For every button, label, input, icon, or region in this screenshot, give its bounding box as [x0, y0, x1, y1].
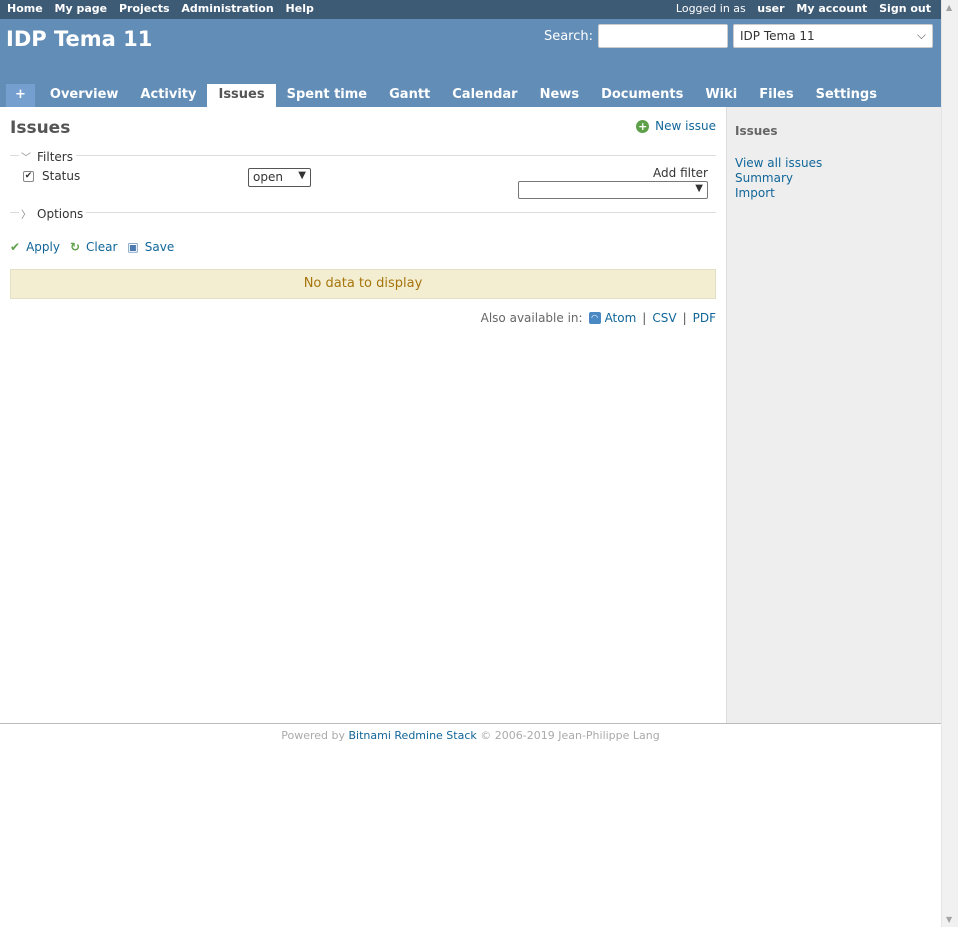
top-menu: Home My page Projects Administration Hel…: [0, 0, 941, 19]
chevron-right-icon: 〉: [21, 210, 31, 221]
apply-button[interactable]: ✔ Apply: [10, 240, 60, 254]
checkmark-icon: ✔: [10, 240, 21, 254]
main-menu: + Overview Activity Issues Spent time Ga…: [6, 84, 888, 107]
atom-link[interactable]: Atom: [605, 311, 637, 325]
sidebar-link-import[interactable]: Import: [735, 186, 933, 201]
dropdown-arrow-icon: ▼: [298, 170, 306, 181]
other-formats: Also available in: ◠ Atom | CSV | PDF: [481, 311, 716, 325]
logged-in-prefix: Logged in as: [675, 2, 746, 15]
project-title: IDP Tema 11: [6, 27, 153, 51]
footer-powered-by: Powered by: [281, 729, 345, 742]
tab-gantt[interactable]: Gantt: [378, 84, 441, 107]
separator: |: [682, 311, 687, 325]
content: Issues + New issue ﹀ Filters ✔ Status op…: [10, 107, 716, 325]
tab-activity[interactable]: Activity: [129, 84, 207, 107]
tab-news[interactable]: News: [529, 84, 590, 107]
top-menu-projects[interactable]: Projects: [119, 2, 170, 15]
dropdown-arrow-icon: ▼: [695, 183, 703, 194]
clear-button[interactable]: ↻ Clear: [70, 240, 117, 254]
status-operator-value: open: [253, 170, 283, 184]
status-checkbox[interactable]: ✔: [23, 170, 34, 182]
filters-fieldset: ﹀ Filters: [10, 149, 716, 164]
footer-link[interactable]: Bitnami Redmine Stack: [349, 729, 477, 742]
add-filter-label: Add filter: [653, 166, 708, 180]
sidebar: Issues View all issues Summary Import: [726, 107, 941, 723]
filters-legend[interactable]: ﹀ Filters: [19, 149, 76, 164]
top-menu-my-page[interactable]: My page: [55, 2, 108, 15]
tab-files[interactable]: Files: [748, 84, 804, 107]
top-menu-help[interactable]: Help: [286, 2, 314, 15]
top-menu-administration[interactable]: Administration: [181, 2, 273, 15]
status-operator-select[interactable]: open ▼: [248, 168, 311, 187]
header: IDP Tema 11 Search: IDP Tema 11 ⌵ + Over…: [0, 19, 941, 107]
top-menu-left: Home My page Projects Administration Hel…: [7, 2, 322, 19]
apply-label: Apply: [26, 240, 60, 254]
query-buttons: ✔ Apply ↻ Clear ▣ Save: [10, 240, 184, 254]
page: Home My page Projects Administration Hel…: [0, 0, 941, 927]
tab-documents[interactable]: Documents: [590, 84, 694, 107]
separator: |: [642, 311, 647, 325]
filters-legend-label: Filters: [37, 149, 73, 164]
tab-wiki[interactable]: Wiki: [694, 84, 748, 107]
new-issue-label: New issue: [655, 119, 716, 133]
options-section: 〉 Options: [10, 206, 716, 221]
clear-label: Clear: [86, 240, 118, 254]
pdf-link[interactable]: PDF: [693, 311, 716, 325]
footer-copyright: © 2006-2019 Jean-Philippe Lang: [480, 729, 660, 742]
new-issue-link[interactable]: + New issue: [636, 119, 716, 133]
sidebar-heading: Issues: [735, 124, 778, 138]
tab-spent-time[interactable]: Spent time: [276, 84, 379, 107]
main: Issues + New issue ﹀ Filters ✔ Status op…: [0, 107, 941, 723]
sidebar-link-summary[interactable]: Summary: [735, 171, 933, 186]
project-jump-value: IDP Tema 11: [740, 29, 815, 43]
tab-settings[interactable]: Settings: [805, 84, 888, 107]
vertical-scrollbar[interactable]: ▲ ▼: [941, 0, 958, 927]
page-title: Issues: [10, 118, 71, 138]
sign-out-link[interactable]: Sign out: [879, 2, 931, 15]
scroll-up-arrow-icon[interactable]: ▲: [946, 3, 952, 12]
status-label: Status: [42, 169, 81, 183]
feed-icon: ◠: [588, 312, 601, 324]
top-menu-home[interactable]: Home: [7, 2, 43, 15]
new-object-button[interactable]: +: [6, 84, 35, 107]
tab-issues[interactable]: Issues: [207, 84, 276, 107]
scroll-down-arrow-icon[interactable]: ▼: [946, 915, 952, 924]
options-legend-label: Options: [37, 206, 84, 221]
tab-overview[interactable]: Overview: [39, 84, 130, 107]
options-legend[interactable]: 〉 Options: [19, 206, 87, 221]
chevron-down-icon: ﹀: [21, 153, 31, 164]
sidebar-link-view-all-issues[interactable]: View all issues: [735, 156, 933, 171]
search-label: Search:: [543, 28, 593, 44]
add-filter: Add filter ▼: [518, 166, 708, 199]
options-fieldset: 〉 Options: [10, 206, 716, 221]
chevron-down-icon: ⌵: [916, 28, 926, 42]
filters-section: ﹀ Filters ✔ Status open ▼ Add filter ▼: [10, 149, 716, 215]
no-data-notice: No data to display: [10, 269, 716, 299]
floppy-disk-icon: ▣: [127, 240, 139, 254]
save-label: Save: [144, 240, 175, 254]
logged-in-user[interactable]: user: [757, 2, 784, 15]
reload-icon: ↻: [69, 240, 81, 254]
save-button[interactable]: ▣ Save: [127, 240, 174, 254]
top-menu-right: Logged in as user My account Sign out: [676, 2, 934, 19]
csv-link[interactable]: CSV: [652, 311, 676, 325]
also-available-label: Also available in:: [480, 311, 583, 325]
search-input[interactable]: [598, 24, 728, 48]
status-filter-row: ✔ Status: [23, 169, 80, 183]
quick-search: Search: IDP Tema 11 ⌵: [544, 24, 933, 48]
logged-in-as: Logged in as user: [676, 2, 785, 15]
my-account-link[interactable]: My account: [796, 2, 867, 15]
project-jump-select[interactable]: IDP Tema 11 ⌵: [733, 24, 933, 48]
add-circle-icon: +: [636, 119, 650, 133]
tab-calendar[interactable]: Calendar: [441, 84, 528, 107]
add-filter-select[interactable]: ▼: [518, 181, 708, 199]
footer: Powered by Bitnami Redmine Stack © 2006-…: [0, 723, 941, 742]
